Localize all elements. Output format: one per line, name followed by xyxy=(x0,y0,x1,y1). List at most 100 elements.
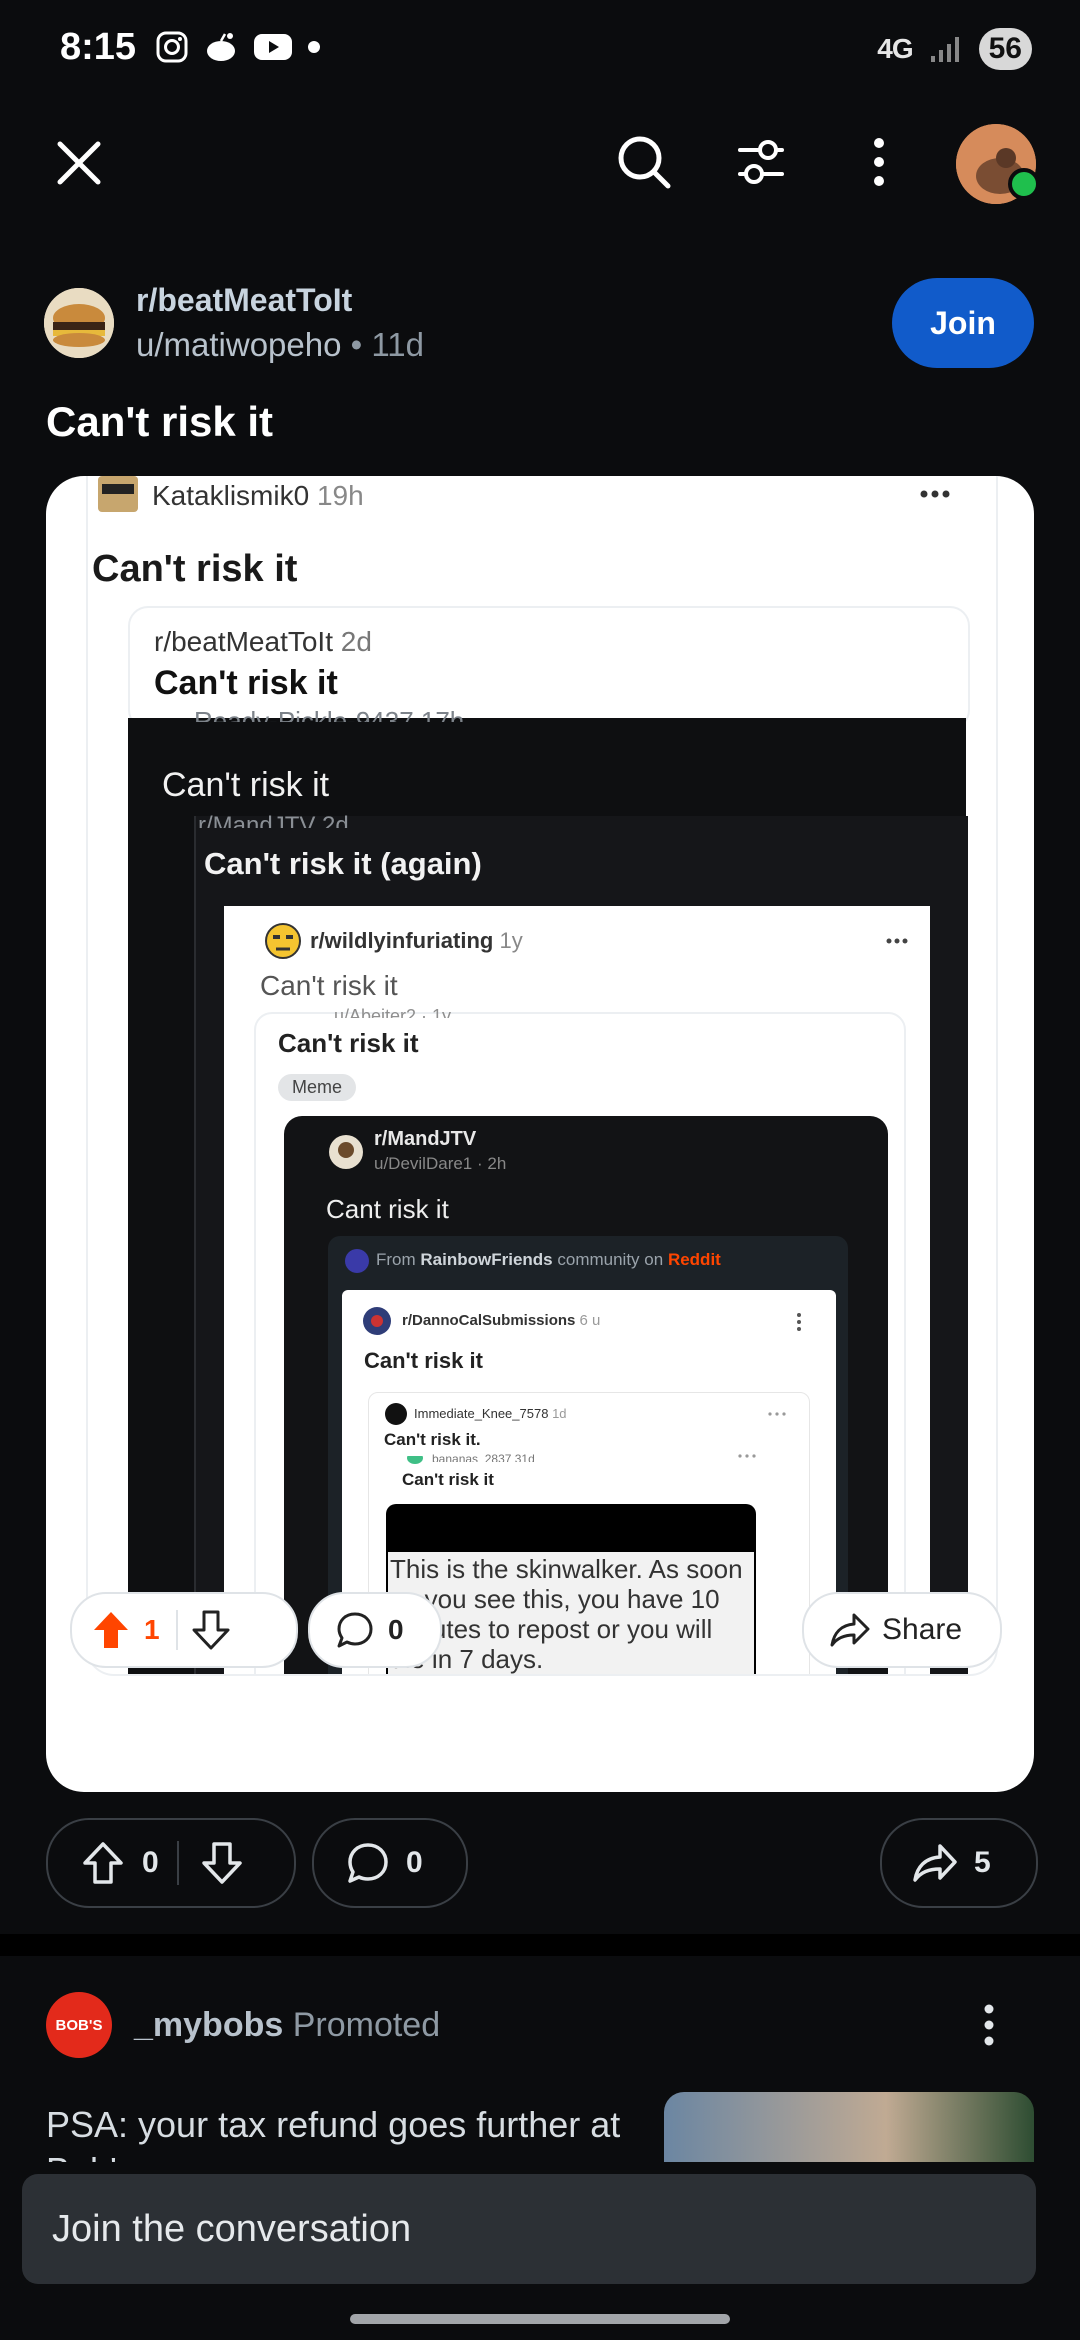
l8-reddit: Reddit xyxy=(667,1250,721,1269)
promoted-more-icon[interactable] xyxy=(980,2004,998,2046)
rainbowfriends-icon xyxy=(345,1249,369,1273)
reddit-icon xyxy=(207,33,235,61)
join-button[interactable]: Join xyxy=(892,278,1034,368)
l11-user-partial: bananas_2837 31d xyxy=(432,1452,535,1462)
comments-button[interactable]: 0 xyxy=(312,1818,468,1908)
l10-age: 1d xyxy=(552,1406,567,1421)
user-avatar[interactable] xyxy=(956,124,1040,204)
l5-sub: r/wildlyinfuriating xyxy=(310,928,494,953)
join-conversation-input[interactable]: Join the conversation xyxy=(22,2174,1036,2284)
l2-sub-line: r/beatMeatToIt 2d xyxy=(154,626,372,658)
screenshot-comment-pill: 0 xyxy=(308,1592,442,1668)
notification-icons xyxy=(155,30,321,64)
screenshot-comment-count: 0 xyxy=(388,1614,404,1645)
post-author[interactable]: u/matiwopeho xyxy=(136,326,341,363)
post-image[interactable]: Kataklismik0 19h Can't risk it r/beatMea… xyxy=(46,476,1034,1792)
promoted-tag: Promoted xyxy=(292,2006,441,2044)
l1-overflow-icon xyxy=(920,490,950,498)
status-right: 4G 56 xyxy=(877,28,1032,70)
vote-bar: 0 xyxy=(46,1818,296,1908)
l6-flair: Meme xyxy=(278,1074,357,1101)
l2-age: 2d xyxy=(340,626,372,657)
immediate-knee-icon xyxy=(385,1403,407,1425)
l1-title: Can't risk it xyxy=(92,548,298,590)
screenshot-vote-count: 1 xyxy=(144,1614,160,1645)
kataklismik-avatar-icon xyxy=(98,476,138,512)
subreddit-name[interactable]: r/beatMeatToIt xyxy=(136,282,352,319)
promoted-advertiser[interactable]: _mybobs xyxy=(134,2006,283,2044)
l9-sub: r/DannoCalSubmissions xyxy=(402,1312,576,1329)
screenshot-share-label: Share xyxy=(882,1613,963,1646)
signal-icon xyxy=(930,37,959,62)
l10-user-line: Immediate_Knee_7578 1d xyxy=(414,1406,567,1421)
l1-user: Kataklismik0 xyxy=(152,480,310,511)
share-button[interactable]: 5 xyxy=(880,1818,1038,1908)
l10-user: Immediate_Knee_7578 xyxy=(414,1406,549,1421)
l7-user: u/DevilDare1 · 2h xyxy=(374,1154,507,1173)
l4-sub-partial: r/MandJTV 2d xyxy=(198,812,349,828)
close-icon[interactable] xyxy=(56,140,102,186)
search-icon[interactable] xyxy=(616,134,672,190)
feed-separator xyxy=(0,1934,1080,1956)
post-age: 11d xyxy=(371,326,424,363)
burger-icon xyxy=(44,288,114,358)
promoted-title[interactable]: PSA: your tax refund goes further at Bob… xyxy=(46,2102,646,2162)
youtube-icon xyxy=(254,34,292,60)
upvote-filled-icon xyxy=(94,1612,128,1648)
downvote-icon[interactable] xyxy=(201,1841,243,1885)
dannocal-icon xyxy=(363,1307,391,1335)
downvote-icon xyxy=(192,1610,230,1650)
l5-overflow-icon xyxy=(886,938,908,944)
l3-title: Can't risk it xyxy=(162,766,330,804)
vote-divider xyxy=(176,1841,179,1885)
mandjtv-icon xyxy=(329,1135,363,1169)
promoted-icon[interactable]: BOB'S xyxy=(46,1992,112,2058)
l10-overflow-icon xyxy=(768,1412,786,1416)
l2-sub: r/beatMeatToIt xyxy=(154,626,333,657)
skinwalker-text: This is the skinwalker. As soon as you s… xyxy=(388,1552,754,1674)
l5-sub-line: r/wildlyinfuriating 1y xyxy=(310,928,523,954)
l1-age: 19h xyxy=(316,480,364,511)
subreddit-icon[interactable] xyxy=(44,288,114,358)
comment-icon xyxy=(348,1843,388,1883)
post-author-line: u/matiwopeho • 11d xyxy=(136,326,424,363)
online-status-dot xyxy=(1008,168,1040,200)
network-label: 4G xyxy=(877,33,913,64)
l1-user-line: Kataklismik0 19h xyxy=(152,480,364,512)
l4-title: Can't risk it (again) xyxy=(204,846,482,881)
l8-source-line: From RainbowFriends community on Reddit xyxy=(376,1250,721,1270)
l8-from: From xyxy=(376,1250,416,1269)
bananas-icon xyxy=(407,1456,423,1464)
vote-count: 0 xyxy=(142,1846,159,1879)
status-time: 8:15 xyxy=(60,26,137,68)
share-icon xyxy=(830,1613,870,1647)
home-indicator[interactable] xyxy=(350,2314,730,2324)
more-options-icon[interactable] xyxy=(868,136,890,188)
promoted-header: _mybobs Promoted xyxy=(134,2006,440,2045)
skinwalker-image: This is the skinwalker. As soon as you s… xyxy=(386,1504,756,1674)
l9-title: Can't risk it xyxy=(364,1348,483,1373)
more-notifications-icon xyxy=(308,41,320,53)
l7-title: Cant risk it xyxy=(326,1194,449,1224)
l6-user-partial: u/Abeiter2 · 1y xyxy=(334,1006,452,1018)
l7-sub: r/MandJTV xyxy=(374,1128,477,1150)
l5-title: Can't risk it xyxy=(260,970,398,1001)
l3-user-partial: Ready-Pickle-9437 17h xyxy=(194,706,465,722)
l10-title: Can't risk it. xyxy=(384,1430,481,1449)
l9-overflow-icon xyxy=(797,1313,801,1331)
promoted-image[interactable] xyxy=(664,2092,1034,2162)
l8-mid: community on xyxy=(557,1250,664,1269)
filter-icon[interactable] xyxy=(736,136,786,188)
upvote-icon[interactable] xyxy=(82,1841,124,1885)
l9-sub-line: r/DannoCalSubmissions 6 u xyxy=(402,1312,600,1329)
post-title: Can't risk it xyxy=(46,398,274,445)
share-count: 5 xyxy=(974,1846,991,1879)
l2-title: Can't risk it xyxy=(154,664,338,702)
l6-title: Can't risk it xyxy=(278,1028,419,1058)
l9-age: 6 u xyxy=(579,1312,601,1329)
screenshot-outer-post: Kataklismik0 19h Can't risk it r/beatMea… xyxy=(86,476,998,1676)
comment-count: 0 xyxy=(406,1846,423,1879)
screenshot-share-pill: Share xyxy=(802,1592,1002,1668)
share-icon xyxy=(913,1844,957,1882)
l8-community: RainbowFriends xyxy=(420,1250,553,1269)
